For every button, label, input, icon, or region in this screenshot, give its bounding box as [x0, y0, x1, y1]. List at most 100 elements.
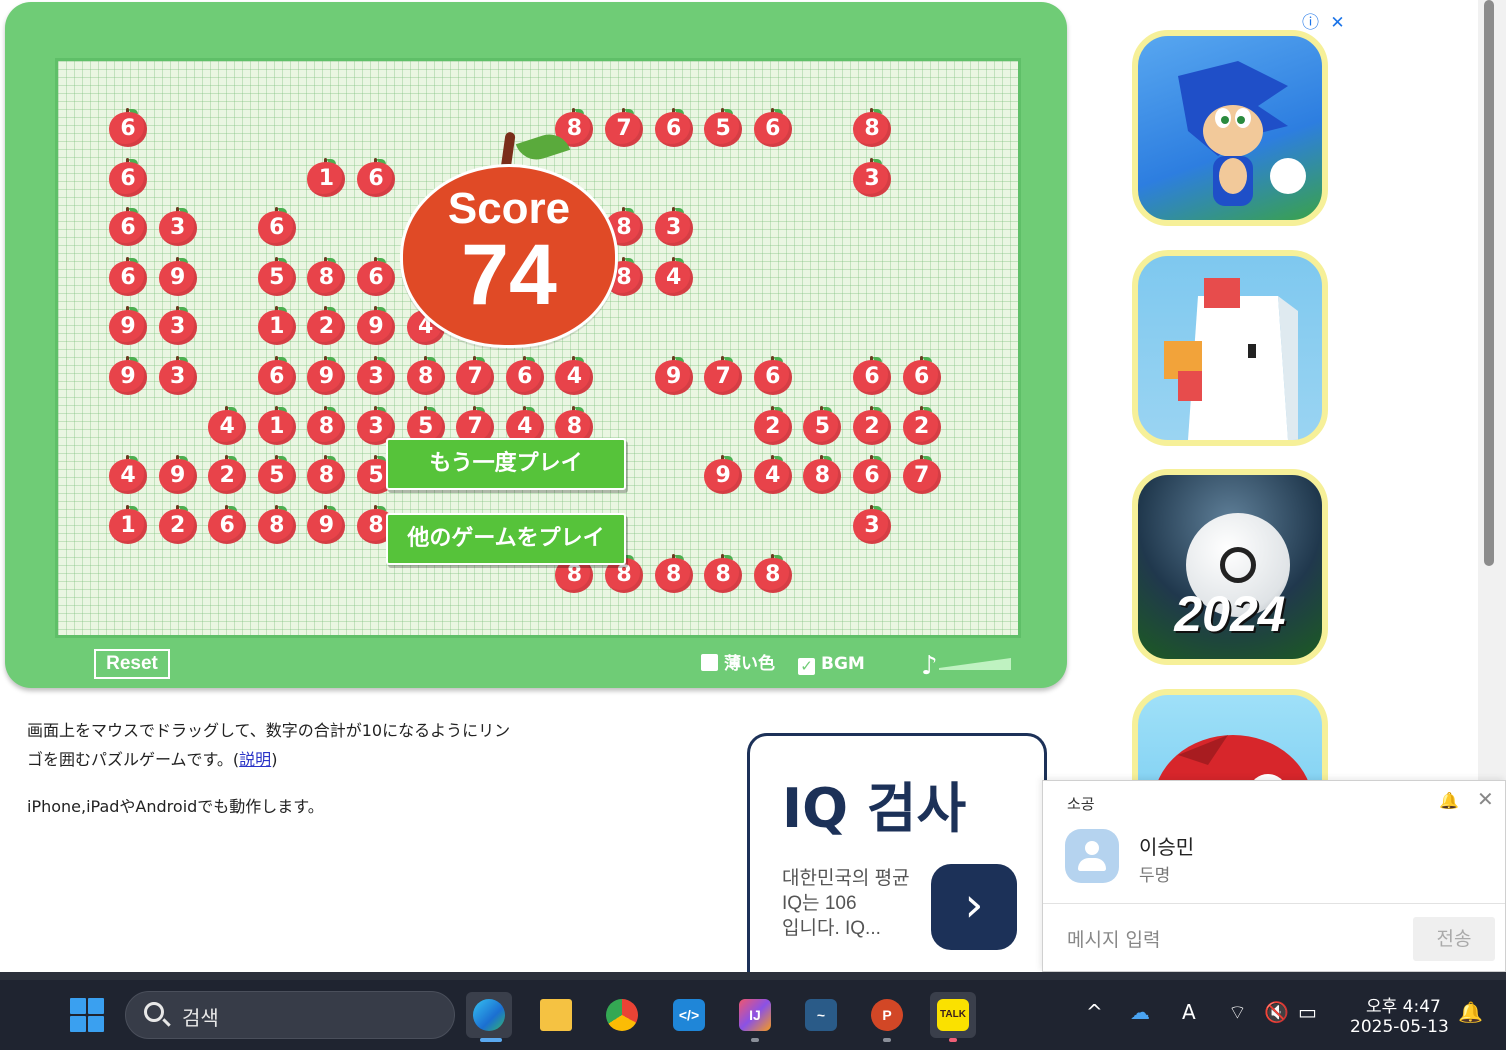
- chevron-up-icon[interactable]: ^: [1086, 1000, 1103, 1024]
- apple-tile[interactable]: 1: [257, 306, 297, 346]
- apple-tile[interactable]: 4: [753, 455, 793, 495]
- apple-tile[interactable]: 4: [207, 405, 247, 446]
- apple-tile[interactable]: 2: [207, 455, 247, 495]
- apple-tile[interactable]: 8: [306, 455, 346, 495]
- crossy-road-ad-tile[interactable]: [1132, 250, 1328, 446]
- apple-tile[interactable]: 8: [306, 405, 346, 446]
- apple-tile[interactable]: 6: [505, 356, 545, 396]
- send-button[interactable]: 전송: [1413, 917, 1495, 961]
- apple-tile[interactable]: 4: [554, 356, 594, 396]
- apple-tile[interactable]: 8: [406, 356, 446, 396]
- apple-tile[interactable]: 4: [654, 256, 694, 297]
- apple-tile[interactable]: 8: [306, 256, 346, 297]
- apple-tile[interactable]: 7: [703, 356, 743, 396]
- apple-tile[interactable]: 1: [257, 405, 297, 446]
- file-explorer-taskbar-icon[interactable]: [533, 992, 579, 1038]
- apple-tile[interactable]: 8: [852, 108, 892, 148]
- apple-tile[interactable]: 9: [703, 455, 743, 495]
- bgm-checkbox[interactable]: ✓: [798, 658, 815, 675]
- explanation-link[interactable]: 説明: [239, 750, 271, 769]
- apple-tile[interactable]: 5: [257, 256, 297, 297]
- apple-tile[interactable]: 9: [654, 356, 694, 396]
- apple-tile[interactable]: 3: [158, 207, 198, 247]
- apple-tile[interactable]: 6: [753, 108, 793, 148]
- reset-button[interactable]: Reset: [94, 649, 170, 679]
- clock-time[interactable]: 오후 4:47: [1366, 992, 1441, 1017]
- play-again-button[interactable]: もう一度プレイ: [386, 438, 626, 490]
- powerpoint-taskbar-icon[interactable]: P: [864, 992, 910, 1038]
- apple-tile[interactable]: 1: [108, 504, 148, 545]
- vscode-taskbar-icon[interactable]: </>: [666, 992, 712, 1038]
- apple-tile[interactable]: 2: [158, 504, 198, 545]
- apple-tile[interactable]: 6: [356, 157, 396, 198]
- apple-tile[interactable]: 2: [306, 306, 346, 346]
- apple-tile[interactable]: 6: [356, 256, 396, 297]
- apple-tile[interactable]: 3: [158, 356, 198, 396]
- apple-tile[interactable]: 9: [158, 256, 198, 297]
- battery-icon[interactable]: ▭: [1298, 1000, 1317, 1024]
- chevron-right-icon[interactable]: ›: [931, 864, 1017, 950]
- apple-tile[interactable]: 6: [257, 207, 297, 247]
- scrollbar-thumb[interactable]: [1484, 0, 1494, 566]
- kakaotalk-taskbar-icon[interactable]: TALK: [930, 992, 976, 1038]
- apple-tile[interactable]: 6: [654, 108, 694, 148]
- apple-tile[interactable]: 8: [753, 554, 793, 594]
- apple-tile[interactable]: 6: [207, 504, 247, 545]
- input-method-icon[interactable]: A: [1182, 1000, 1196, 1024]
- chrome-taskbar-icon[interactable]: [599, 992, 645, 1038]
- apple-tile[interactable]: 3: [852, 504, 892, 545]
- apple-tile[interactable]: 5: [703, 108, 743, 148]
- apple-tile[interactable]: 8: [654, 554, 694, 594]
- apple-tile[interactable]: 8: [703, 554, 743, 594]
- apple-tile[interactable]: 8: [802, 455, 842, 495]
- play-other-games-button[interactable]: 他のゲームをプレイ: [386, 513, 626, 565]
- apple-tile[interactable]: 6: [108, 108, 148, 148]
- apple-tile[interactable]: 4: [108, 455, 148, 495]
- apple-tile[interactable]: 5: [802, 405, 842, 446]
- volume-slider[interactable]: ♪: [911, 648, 1015, 678]
- apple-tile[interactable]: 6: [852, 455, 892, 495]
- apple-tile[interactable]: 2: [753, 405, 793, 446]
- apple-tile[interactable]: 8: [257, 504, 297, 545]
- apple-tile[interactable]: 3: [852, 157, 892, 198]
- apple-tile[interactable]: 7: [902, 455, 942, 495]
- soccer-2024-ad-tile[interactable]: 2024: [1132, 469, 1328, 665]
- apple-tile[interactable]: 2: [852, 405, 892, 446]
- ad-close-icon[interactable]: ✕: [1330, 13, 1344, 33]
- apple-tile[interactable]: 1: [306, 157, 346, 198]
- apple-tile[interactable]: 3: [654, 207, 694, 247]
- apple-tile[interactable]: 9: [108, 306, 148, 346]
- apple-tile[interactable]: 6: [108, 256, 148, 297]
- apple-tile[interactable]: 9: [306, 356, 346, 396]
- apple-tile[interactable]: 3: [356, 356, 396, 396]
- clock-date[interactable]: 2025-05-13: [1350, 1017, 1449, 1037]
- light-color-option[interactable]: 薄い色: [701, 652, 775, 676]
- apple-tile[interactable]: 2: [902, 405, 942, 446]
- apple-tile[interactable]: 6: [257, 356, 297, 396]
- wifi-icon[interactable]: ⌔: [1228, 1000, 1247, 1025]
- apple-tile[interactable]: 6: [852, 356, 892, 396]
- onedrive-icon[interactable]: ☁: [1130, 1000, 1150, 1024]
- apple-tile[interactable]: 9: [306, 504, 346, 545]
- bgm-option[interactable]: ✓ BGM: [798, 652, 865, 676]
- apple-tile[interactable]: 9: [158, 455, 198, 495]
- windows-start-icon[interactable]: [70, 998, 106, 1034]
- apple-tile[interactable]: 5: [257, 455, 297, 495]
- ad-info-icon[interactable]: ⓘ: [1302, 13, 1319, 33]
- apple-tile[interactable]: 6: [902, 356, 942, 396]
- apple-tile[interactable]: 9: [108, 356, 148, 396]
- speaker-muted-icon[interactable]: 🔇: [1264, 1000, 1289, 1024]
- mysql-workbench-taskbar-icon[interactable]: ~: [798, 992, 844, 1038]
- light-color-checkbox[interactable]: [701, 654, 718, 671]
- intellij-taskbar-icon[interactable]: IJ: [732, 992, 778, 1038]
- apple-tile[interactable]: 7: [455, 356, 495, 396]
- edge-browser-taskbar-icon[interactable]: [466, 992, 512, 1038]
- apple-tile[interactable]: 9: [356, 306, 396, 346]
- message-input[interactable]: 메시지 입력: [1067, 925, 1160, 952]
- iq-test-ad[interactable]: IQ 검사 대한민국의 평균 IQ는 106 입니다. IQ... ›: [747, 733, 1047, 973]
- bell-icon[interactable]: 🔔: [1439, 791, 1459, 810]
- apple-tile[interactable]: 6: [108, 157, 148, 198]
- apple-tile[interactable]: 3: [158, 306, 198, 346]
- sonic-game-ad-tile[interactable]: [1132, 30, 1328, 226]
- close-icon[interactable]: ✕: [1477, 787, 1494, 811]
